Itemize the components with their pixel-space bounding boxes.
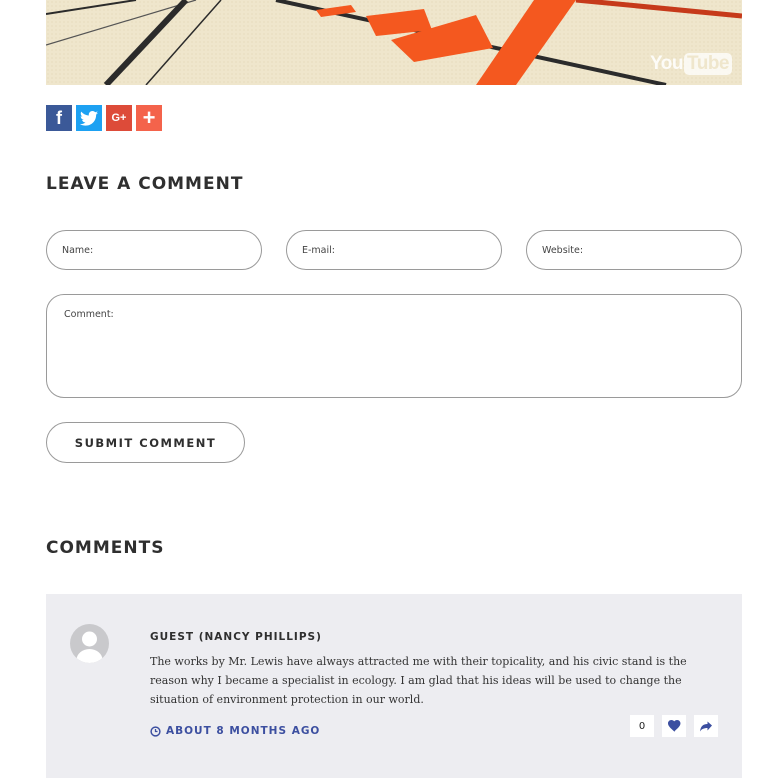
like-count: 0 bbox=[630, 715, 654, 737]
comment-field[interactable] bbox=[46, 294, 742, 398]
twitter-bird-icon bbox=[80, 110, 98, 126]
video-thumbnail bbox=[46, 0, 742, 85]
comment-actions: 0 bbox=[630, 715, 718, 737]
email-field[interactable] bbox=[286, 230, 502, 270]
name-field[interactable] bbox=[46, 230, 262, 270]
user-silhouette-icon bbox=[76, 631, 103, 663]
google-plus-icon[interactable]: G+ bbox=[106, 105, 132, 131]
submit-comment-button[interactable]: SUBMIT COMMENT bbox=[46, 422, 245, 463]
plus-icon[interactable]: + bbox=[136, 105, 162, 131]
comment-author: GUEST (NANCY PHILLIPS) bbox=[150, 631, 322, 643]
leave-comment-title: LEAVE A COMMENT bbox=[46, 174, 244, 194]
share-arrow-icon bbox=[700, 721, 712, 731]
youtube-logo: You Tube bbox=[650, 53, 732, 75]
like-button[interactable] bbox=[662, 715, 686, 737]
facebook-icon[interactable]: f bbox=[46, 105, 72, 131]
comment-text: The works by Mr. Lewis have always attra… bbox=[150, 655, 687, 706]
comments-title: COMMENTS bbox=[46, 538, 165, 558]
heart-icon bbox=[667, 720, 680, 732]
reply-button[interactable] bbox=[694, 715, 718, 737]
comment-time-label: ABOUT 8 MONTHS AGO bbox=[166, 725, 321, 737]
clock-icon bbox=[150, 725, 161, 737]
share-bar: f G+ + bbox=[46, 105, 162, 131]
comment-item: GUEST (NANCY PHILLIPS) The works by Mr. … bbox=[46, 594, 742, 778]
twitter-icon[interactable] bbox=[76, 105, 102, 131]
comment-timestamp[interactable]: ABOUT 8 MONTHS AGO bbox=[150, 725, 320, 737]
avatar bbox=[70, 624, 109, 663]
video-embed[interactable]: You Tube bbox=[46, 0, 742, 85]
website-field[interactable] bbox=[526, 230, 742, 270]
